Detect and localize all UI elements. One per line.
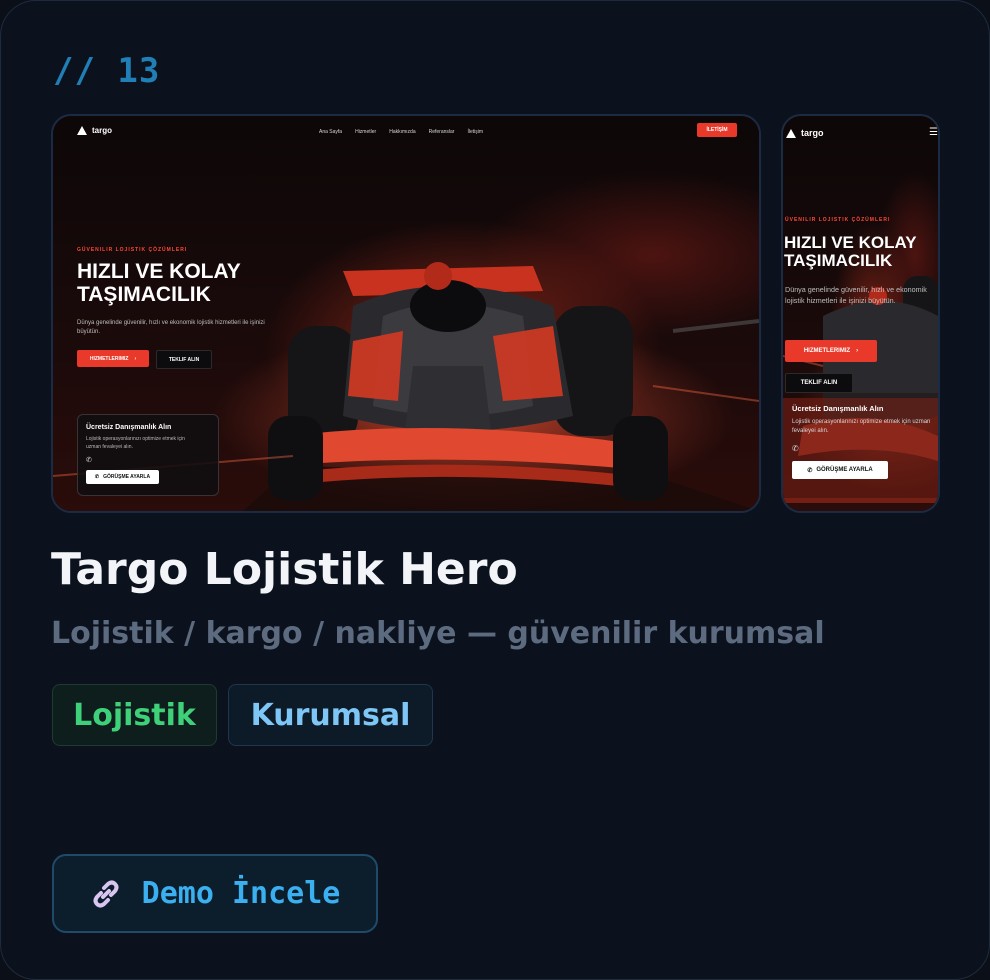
mobile-panel-title: Ücretsiz Danışmanlık Alın (792, 404, 884, 413)
template-card: // 13 targo Ana Sayfa Hizmetler Hakkımız… (0, 0, 990, 980)
phone-icon: ✆ (86, 457, 92, 464)
card-number: // 13 (53, 51, 161, 91)
desktop-preview[interactable]: targo Ana Sayfa Hizmetler Hakkımızda Ref… (51, 114, 761, 513)
nav-link-home[interactable]: Ana Sayfa (319, 129, 342, 135)
nav-link-contact[interactable]: İletişim (467, 129, 483, 135)
desktop-navbar: targo Ana Sayfa Hizmetler Hakkımızda Ref… (53, 123, 759, 146)
mobile-consultation-panel: Ücretsiz Danışmanlık Alın Lojistik opera… (783, 393, 938, 498)
mobile-logo[interactable]: targo (786, 128, 824, 138)
template-title: Targo Lojistik Hero (51, 544, 518, 595)
tag-logistics: Lojistik (52, 684, 217, 746)
mobile-preview[interactable]: targo ☰ ÜVENILIR LOJISTIK ÇÖZÜMLERI HIZL… (781, 114, 940, 513)
chevron-right-icon: › (856, 348, 859, 354)
desktop-nav-links: Ana Sayfa Hizmetler Hakkımızda Referansl… (319, 129, 483, 135)
mobile-schedule-call-button[interactable]: ✆ GÖRÜŞME AYARLA (792, 461, 888, 479)
nav-link-about[interactable]: Hakkımızda (389, 129, 415, 135)
consultation-panel: Ücretsiz Danışmanlık Alın Lojistik opera… (77, 414, 219, 496)
mobile-hero-kicker: ÜVENILIR LOJISTIK ÇÖZÜMLERI (785, 217, 891, 223)
panel-text: Lojistik operasyonlarınızı optimize etme… (86, 436, 185, 450)
panel-title: Ücretsiz Danışmanlık Alın (86, 424, 172, 431)
hero-headline: HIZLI VE KOLAY TAŞIMACILIK (77, 260, 241, 306)
nav-link-services[interactable]: Hizmetler (355, 129, 376, 135)
schedule-call-button[interactable]: ✆ GÖRÜŞME AYARLA (86, 470, 159, 484)
tag-corporate: Kurumsal (228, 684, 433, 746)
mobile-services-button[interactable]: HIZMETLERIMIZ › (785, 340, 877, 362)
quote-button[interactable]: TEKLIF ALIN (156, 350, 212, 369)
hero-description: Dünya genelinde güvenilir, hızlı ve ekon… (77, 320, 265, 335)
hamburger-menu-icon[interactable]: ☰ (929, 127, 938, 138)
phone-icon: ✆ (792, 444, 799, 453)
mobile-quote-button[interactable]: TEKLIF ALIN (785, 373, 853, 393)
logo-triangle-icon (786, 128, 796, 138)
hero-kicker: GÜVENILIR LOJISTIK ÇÖZÜMLERI (77, 247, 188, 253)
logo-triangle-icon (77, 126, 87, 135)
chevron-right-icon: › (134, 355, 137, 362)
template-subtitle: Lojistik / kargo / nakliye — güvenilir k… (51, 616, 825, 651)
mobile-panel-text: Lojistik operasyonlarınızı optimize etme… (792, 419, 931, 434)
desktop-logo[interactable]: targo (77, 126, 112, 135)
phone-icon: ✆ (807, 467, 813, 474)
link-icon (93, 880, 119, 907)
demo-button-label: Demo İncele (141, 876, 341, 911)
nav-link-references[interactable]: Referanslar (429, 129, 455, 135)
nav-contact-button[interactable]: İLETİŞİM (697, 123, 737, 137)
mobile-hero-headline: HIZLI VE KOLAY TAŞIMACILIK (784, 233, 917, 271)
demo-button[interactable]: Demo İncele (52, 854, 378, 933)
mobile-hero-description: Dünya genelinde güvenilir, hızlı ve ekon… (785, 285, 927, 305)
phone-icon: ✆ (94, 474, 100, 480)
services-button[interactable]: HIZMETLERIMIZ › (77, 350, 149, 367)
